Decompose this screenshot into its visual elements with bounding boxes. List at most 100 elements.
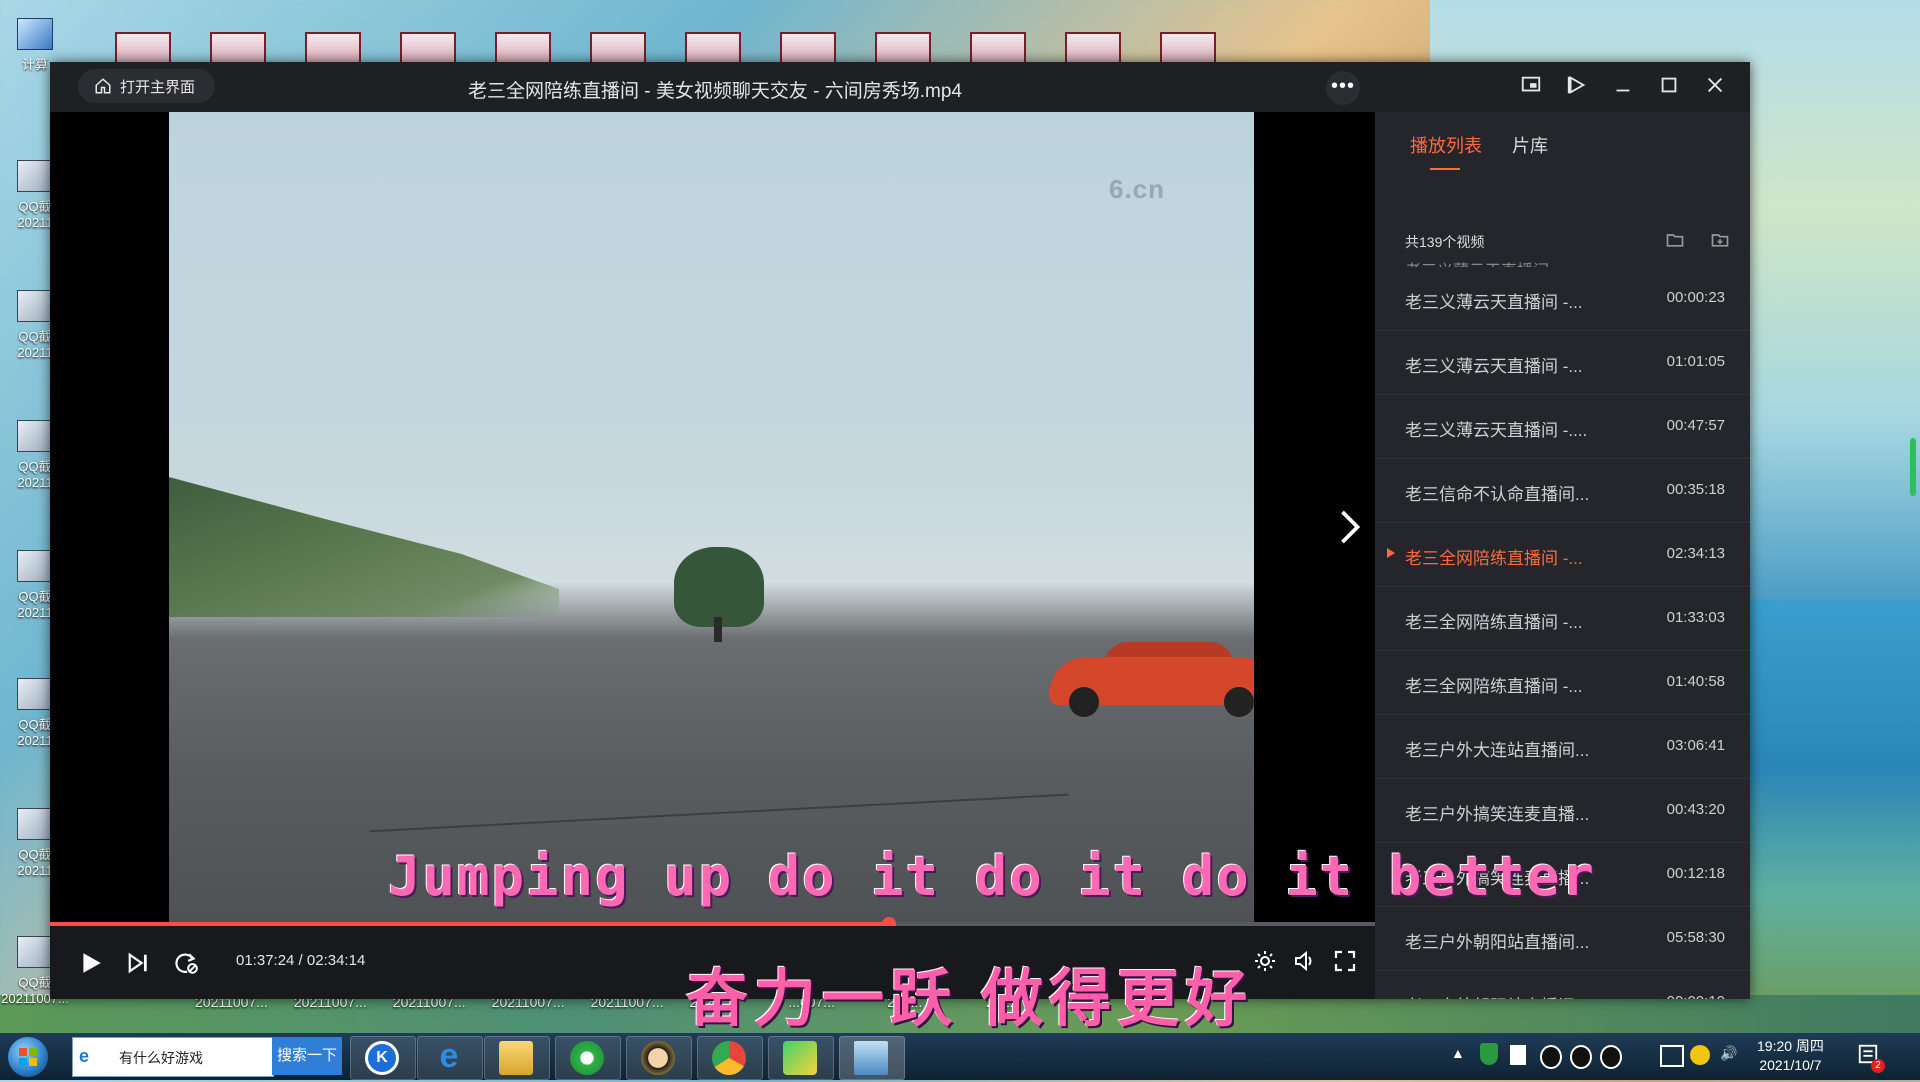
start-button[interactable] [8, 1037, 48, 1077]
qq-icon[interactable] [1600, 1045, 1622, 1069]
subtitle-chinese: 奋力一跃 做得更好 [686, 965, 1254, 1034]
taskbar-app-kugou[interactable]: K [350, 1036, 416, 1080]
next-button[interactable] [126, 952, 150, 974]
chevron-right-icon [1341, 510, 1361, 544]
play-button[interactable] [78, 950, 104, 976]
taskbar-app-360[interactable] [555, 1036, 621, 1080]
more-button[interactable]: ••• [1326, 71, 1360, 105]
network-icon[interactable] [1660, 1045, 1684, 1067]
maximize-button[interactable] [1655, 74, 1683, 102]
skip-next-icon [128, 952, 147, 974]
chrome-icon [712, 1041, 746, 1075]
taskbar-app-video-player[interactable] [768, 1036, 834, 1080]
subtitle-english: Jumping up do it do it do it better [388, 845, 1596, 908]
image-file-icon[interactable] [780, 32, 836, 66]
playlist-item[interactable]: 老三义薄云天直播间 -.... 00:47:57 [1375, 395, 1750, 459]
close-icon [1707, 77, 1723, 93]
video-scene-tree-trunk [714, 617, 722, 642]
playlist-tabs: 播放列表 片库 [1410, 132, 1548, 170]
volume-button[interactable] [1293, 949, 1317, 973]
taskbar-app-chrome[interactable] [697, 1036, 763, 1080]
ie-icon: e [439, 1037, 459, 1075]
playlist-item[interactable]: 老三户外搞笑连麦直播... 00:43:20 [1375, 779, 1750, 843]
taskbar-app-explorer[interactable] [484, 1036, 550, 1080]
playlist-item[interactable]: 老三义薄云天直播间 -... 00:00:23 [1375, 267, 1750, 331]
playlist-item-name: 老三户外朝阳站直播间... [1405, 933, 1590, 952]
image-file-icon[interactable] [210, 32, 266, 66]
taskbar-search-box[interactable]: e 有什么好游戏 [72, 1037, 274, 1077]
taskbar-app-avatar[interactable] [626, 1036, 692, 1080]
mini-mode-button[interactable] [1517, 74, 1545, 102]
taskbar-app-ie[interactable]: e [417, 1036, 483, 1080]
document-icon[interactable] [1510, 1045, 1526, 1065]
minimize-button[interactable] [1609, 74, 1637, 102]
playlist-item-duration: 01:33:03 [1666, 609, 1725, 626]
playlist-item[interactable]: 老三全网陪练直播间 -... 01:33:03 [1375, 587, 1750, 651]
playlist-item[interactable]: 老三户外朝阳站直播间... 00:00:10 [1375, 971, 1750, 999]
mini-mode-icon [1521, 76, 1541, 92]
video-scene-tree [674, 547, 764, 627]
qq-icon[interactable] [1570, 1045, 1592, 1069]
playlist-item[interactable]: 老三全网陪练直播间 -... 02:34:13 [1375, 523, 1750, 587]
tab-library[interactable]: 片库 [1512, 132, 1548, 170]
tab-playlist[interactable]: 播放列表 [1410, 132, 1482, 170]
clock-date: 2021/10/7 [1759, 1057, 1822, 1073]
image-file-icon[interactable] [590, 32, 646, 66]
title-bar[interactable]: 打开主界面 老三全网陪练直播间 - 美女视频聊天交友 - 六间房秀场.mp4 •… [50, 62, 1750, 112]
search-input[interactable]: 有什么好游戏 [119, 1048, 203, 1068]
qq-icon[interactable] [1540, 1045, 1562, 1069]
playlist-item[interactable]: 老三户外朝阳站直播间... 05:58:30 [1375, 907, 1750, 971]
add-folder-button[interactable] [1665, 230, 1685, 250]
close-button[interactable] [1701, 74, 1729, 102]
playlist-item[interactable]: 老三全网陪练直播间 -... 01:40:58 [1375, 651, 1750, 715]
playlist-item-duration: 00:35:18 [1666, 481, 1725, 498]
image-file-icon[interactable] [400, 32, 456, 66]
video-player-icon [783, 1041, 817, 1075]
playlist-item[interactable]: 老三户外大连站直播间... 03:06:41 [1375, 715, 1750, 779]
playlist-item-duration: 00:12:18 [1666, 865, 1725, 882]
playlist-item-duration: 02:34:13 [1666, 545, 1725, 562]
clock-time: 19:20 周四 [1757, 1038, 1824, 1054]
image-file-icon[interactable] [495, 32, 551, 66]
image-file-icon[interactable] [305, 32, 361, 66]
input-method-icon[interactable] [1690, 1045, 1710, 1065]
loop-mode-button[interactable] [172, 950, 200, 976]
image-file-icon [17, 808, 53, 840]
playlist-item[interactable]: 老三信命不认命直播间... 00:35:18 [1375, 459, 1750, 523]
image-file-icon[interactable] [1160, 32, 1216, 66]
playlist-item-duration: 03:06:41 [1666, 737, 1725, 754]
pin-top-button[interactable] [1563, 74, 1591, 102]
windows-logo-icon [19, 1048, 37, 1066]
video-area[interactable]: 6.cn [50, 112, 1375, 922]
window-title: 老三全网陪练直播间 - 美女视频聊天交友 - 六间房秀场.mp4 [467, 81, 962, 102]
list-item-partial[interactable]: 老三义薄云天直播间 -... [1405, 257, 1572, 267]
taskbar: e 有什么好游戏 搜索一下 K e ▲ 🔊 19:20 周四 2021/10/7… [0, 1033, 1920, 1080]
search-button[interactable]: 搜索一下 [272, 1037, 342, 1075]
image-file-icon[interactable] [115, 32, 171, 66]
video-frame[interactable]: 6.cn [169, 112, 1254, 922]
image-file-icon[interactable] [685, 32, 741, 66]
image-file-icon[interactable] [875, 32, 931, 66]
tray-expand-icon[interactable]: ▲ [1451, 1045, 1465, 1061]
taskbar-app-photo-viewer[interactable] [839, 1036, 905, 1080]
image-file-icon [17, 290, 53, 322]
volume-icon [1295, 950, 1312, 972]
playlist-item-name: 老三全网陪练直播间 -... [1405, 613, 1583, 632]
image-file-icon[interactable] [970, 32, 1026, 66]
add-file-button[interactable] [1710, 230, 1730, 250]
avatar-app-icon [641, 1041, 675, 1075]
speaker-icon[interactable]: 🔊 [1720, 1045, 1737, 1062]
playlist-item-name: 老三户外搞笑连麦直播... [1405, 805, 1590, 824]
system-clock[interactable]: 19:20 周四 2021/10/7 [1757, 1037, 1824, 1075]
settings-button[interactable] [1253, 949, 1277, 973]
gear-icon [1255, 951, 1275, 971]
image-file-icon[interactable] [1065, 32, 1121, 66]
fullscreen-button[interactable] [1333, 949, 1357, 973]
playlist-item[interactable]: 老三义薄云天直播间 -... 01:01:05 [1375, 331, 1750, 395]
video-watermark: 6.cn [1109, 174, 1166, 204]
shield-icon[interactable] [1480, 1043, 1498, 1065]
now-playing-icon [1387, 548, 1395, 558]
image-file-icon [17, 550, 53, 582]
next-video-button[interactable] [1335, 507, 1365, 547]
folder-icon [499, 1041, 533, 1075]
